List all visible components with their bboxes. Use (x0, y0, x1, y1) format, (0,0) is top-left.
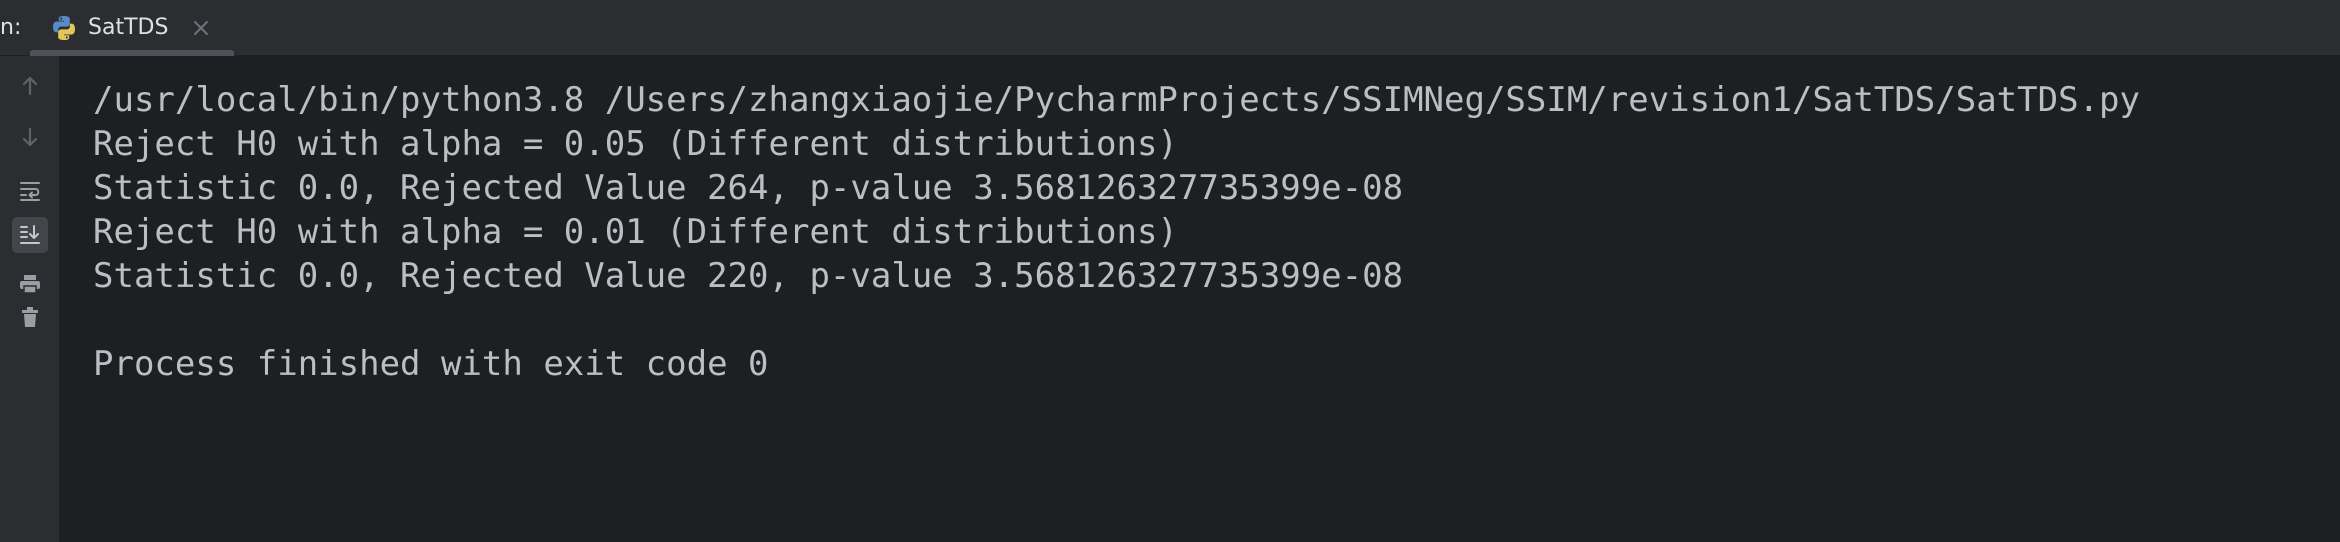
down-arrow-icon (22, 127, 38, 147)
console-line: Reject H0 with alpha = 0.05 (Different d… (93, 124, 1178, 164)
down-button[interactable] (12, 119, 48, 155)
trash-icon (22, 307, 38, 327)
console-toolbar (0, 56, 60, 542)
print-button[interactable] (12, 266, 48, 302)
console-line-command: /usr/local/bin/python3.8 /Users/zhangxia… (93, 80, 2140, 120)
run-label: n: (0, 15, 22, 40)
console-line-exit: Process finished with exit code 0 (93, 344, 769, 384)
close-icon[interactable] (190, 17, 212, 39)
clear-all-button[interactable] (12, 299, 48, 335)
up-arrow-icon (22, 76, 38, 96)
up-button[interactable] (12, 68, 48, 104)
soft-wrap-button[interactable] (12, 172, 48, 208)
tab-label: SatTDS (88, 15, 169, 40)
console-line: Reject H0 with alpha = 0.01 (Different d… (93, 212, 1178, 252)
scroll-to-end-button[interactable] (12, 217, 48, 253)
soft-wrap-icon (20, 182, 40, 201)
console-line: Statistic 0.0, Rejected Value 220, p-val… (93, 256, 1404, 296)
run-tool-window: n: SatTDS /usr/local/bin/python3.8 /User… (0, 0, 2340, 542)
run-tab-bar: n: SatTDS (0, 0, 2340, 56)
console-line: Statistic 0.0, Rejected Value 264, p-val… (93, 168, 1404, 208)
python-file-icon (53, 16, 75, 40)
console-output[interactable]: /usr/local/bin/python3.8 /Users/zhangxia… (60, 56, 2340, 542)
print-icon (20, 275, 40, 294)
scroll-to-end-icon (20, 225, 40, 244)
tab-sattds[interactable]: SatTDS (30, 0, 234, 56)
